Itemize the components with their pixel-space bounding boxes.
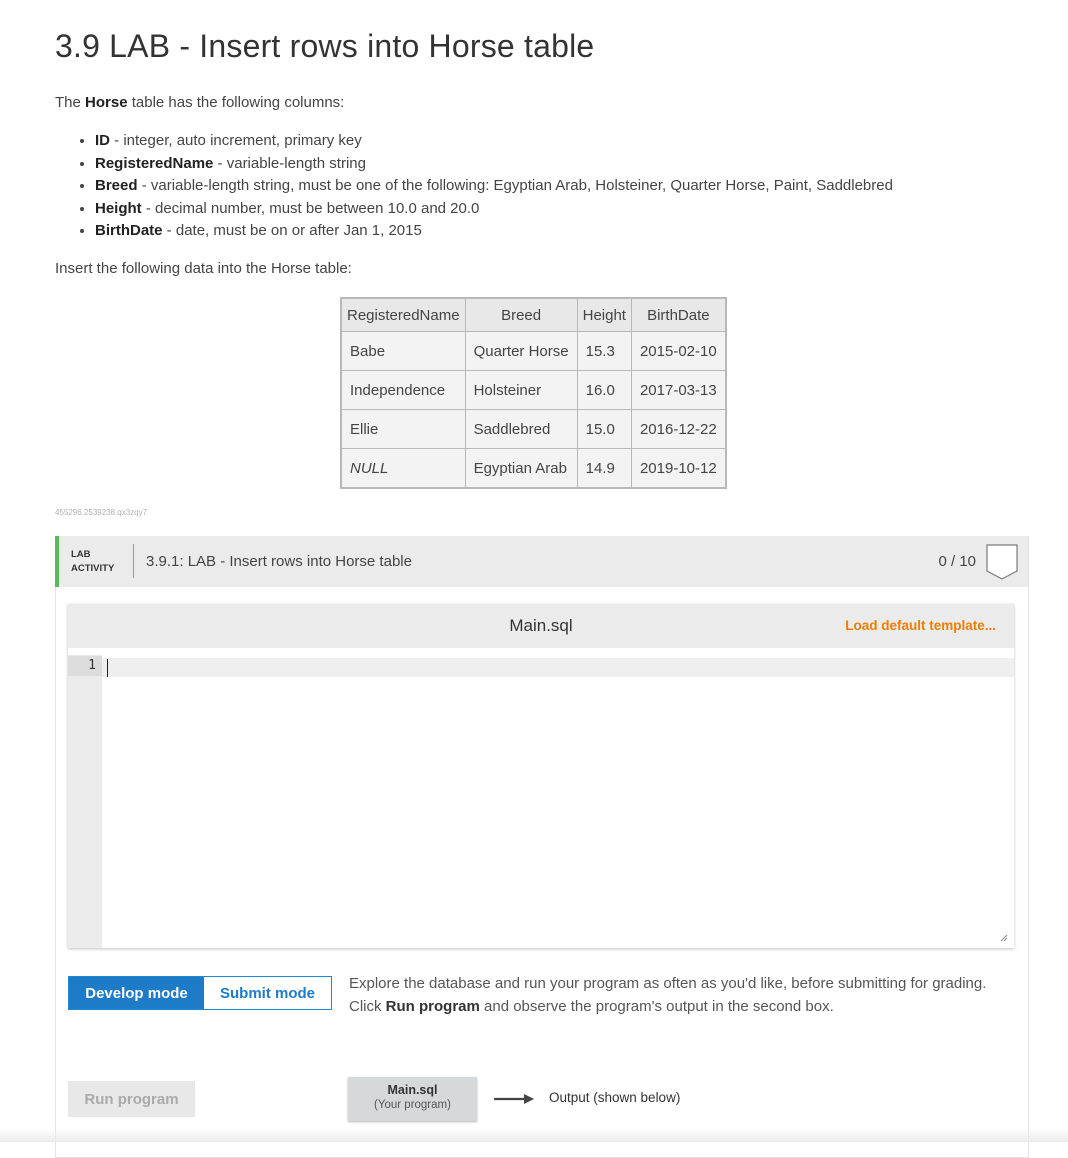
table-cell: 2015-02-10 [630, 331, 727, 371]
load-default-template-link[interactable]: Load default template... [845, 618, 996, 633]
column-item: ID - integer, auto increment, primary ke… [95, 130, 893, 153]
table-cell: NULL [340, 448, 466, 489]
table-row: Independence Holsteiner 16.0 2017-03-13 [340, 370, 727, 410]
table-header-cell: RegisteredName [340, 297, 466, 332]
table-cell: 15.0 [576, 409, 632, 449]
table-cell: 2016-12-22 [630, 409, 727, 449]
column-name: ID [95, 132, 110, 149]
text-cursor [107, 659, 108, 677]
column-desc: - date, must be on or after Jan 1, 2015 [162, 222, 422, 239]
intro-bold: Horse [85, 94, 128, 111]
code-input-area[interactable] [102, 658, 1014, 677]
page-title: 3.9 LAB - Insert rows into Horse table [55, 28, 595, 64]
code-editor: Main.sql Load default template... 1 [68, 604, 1014, 948]
program-file-box: Main.sql (Your program) [348, 1077, 477, 1121]
submit-mode-button[interactable]: Submit mode [204, 977, 331, 1009]
column-name: Height [95, 199, 142, 217]
column-desc: - integer, auto increment, primary key [110, 132, 362, 149]
header-divider [133, 544, 134, 578]
run-program-button[interactable]: Run program [68, 1081, 195, 1117]
lab-score: 0 / 10 [938, 553, 976, 570]
table-cell: Babe [340, 331, 466, 371]
page-bottom-fade [0, 1128, 1068, 1142]
table-cell: 2019-10-12 [630, 448, 727, 489]
column-item: Height - decimal number, must be between… [95, 198, 893, 221]
column-name: BirthDate [95, 222, 163, 239]
arrow-right-icon [494, 1094, 534, 1104]
lab-label-line2: ACTIVITY [71, 563, 115, 574]
column-list: ID - integer, auto increment, primary ke… [55, 130, 893, 243]
line-number: 1 [68, 656, 102, 676]
column-name: Breed [95, 177, 138, 194]
lab-activity-header: LAB ACTIVITY 3.9.1: LAB - Insert rows in… [55, 536, 1028, 587]
table-cell: 15.3 [576, 331, 632, 371]
table-cell: Quarter Horse [464, 331, 578, 371]
column-desc: - decimal number, must be between 10.0 a… [141, 199, 480, 217]
lab-label-line1: LAB [71, 549, 91, 560]
table-cell: 14.9 [576, 448, 632, 489]
table-cell: 2017-03-13 [630, 370, 727, 410]
table-header-cell: Breed [464, 297, 578, 332]
program-file-name: Main.sql [387, 1083, 438, 1097]
explain-bold: Run program [385, 998, 480, 1015]
table-cell: Independence [340, 370, 466, 410]
completion-badge-icon [986, 544, 1018, 580]
column-desc: - variable-length string [213, 154, 366, 172]
editor-header: Main.sql Load default template... [68, 604, 1014, 648]
table-cell: Ellie [340, 409, 466, 449]
table-header-cell: Height [576, 297, 632, 332]
intro-post: table has the following columns: [127, 94, 345, 111]
intro-text: The Horse table has the following column… [55, 94, 344, 111]
column-desc: - variable-length string, must be one of… [137, 177, 893, 194]
activity-id: 455296.2539238.qx3zqy7 [55, 508, 148, 517]
horse-data-table: RegisteredName Breed Height BirthDate Ba… [340, 297, 727, 489]
resize-handle-icon[interactable] [1000, 934, 1008, 942]
column-item: BirthDate - date, must be on or after Ja… [95, 220, 893, 243]
explain-text-2: and observe the program's output in the … [479, 998, 834, 1015]
line-number-gutter [68, 655, 102, 948]
table-row: Ellie Saddlebred 15.0 2016-12-22 [340, 409, 727, 449]
column-item: RegisteredName - variable-length string [95, 153, 893, 176]
intro-pre: The [55, 94, 86, 111]
table-row: Babe Quarter Horse 15.3 2015-02-10 [340, 331, 727, 371]
column-name: RegisteredName [95, 154, 214, 172]
table-cell: 16.0 [576, 370, 632, 410]
table-row: NULL Egyptian Arab 14.9 2019-10-12 [340, 448, 727, 489]
mode-explanation: Explore the database and run your progra… [349, 972, 989, 1018]
develop-mode-button[interactable]: Develop mode [69, 977, 204, 1009]
program-file-subtitle: (Your program) [374, 1099, 451, 1111]
table-cell: Holsteiner [464, 370, 578, 410]
table-header-cell: BirthDate [630, 297, 727, 332]
mode-toggle: Develop mode Submit mode [68, 976, 332, 1010]
insert-instructions: Insert the following data into the Horse… [55, 260, 352, 277]
table-cell: Saddlebred [464, 409, 578, 449]
lab-activity-label: LAB ACTIVITY [71, 548, 114, 576]
column-item: Breed - variable-length string, must be … [95, 175, 893, 198]
lab-activity-title: 3.9.1: LAB - Insert rows into Horse tabl… [146, 553, 412, 570]
table-header-row: RegisteredName Breed Height BirthDate [340, 297, 727, 332]
table-cell: Egyptian Arab [464, 448, 578, 489]
output-label: Output (shown below) [549, 1090, 681, 1105]
